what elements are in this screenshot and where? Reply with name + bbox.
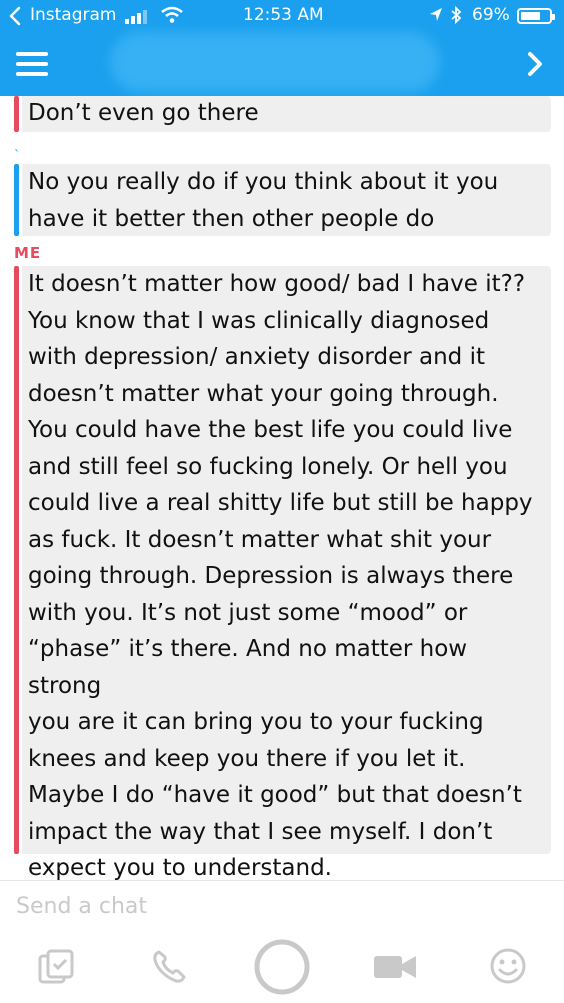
redacted-contact-name	[110, 32, 440, 92]
message-partner-2: No you really do if you think about it y…	[14, 164, 551, 236]
message-bar-red	[14, 266, 19, 854]
send-chat-input[interactable]: Send a chat	[16, 894, 147, 919]
message-bar-red	[14, 96, 19, 132]
clock: 12:53 AM	[243, 5, 324, 25]
wifi-icon	[160, 6, 184, 24]
message-text: It doesn’t matter how good/ bad I have i…	[28, 271, 533, 881]
chevron-right-icon[interactable]	[522, 50, 548, 78]
location-arrow-icon	[428, 5, 444, 30]
hamburger-menu-icon[interactable]	[16, 52, 48, 76]
tiny-marker: `	[14, 148, 20, 162]
message-text: No you really do if you think about it y…	[28, 169, 499, 232]
bluetooth-icon	[449, 5, 463, 30]
back-chevron-icon[interactable]	[8, 6, 22, 31]
back-app-label[interactable]: Instagram	[30, 5, 117, 25]
battery-icon	[517, 8, 555, 24]
phone-icon[interactable]	[150, 948, 188, 990]
chat-header	[0, 32, 564, 96]
status-bar: Instagram 12:53 AM 69%	[0, 0, 564, 32]
emoji-icon[interactable]	[488, 946, 528, 990]
composer-divider	[0, 880, 564, 881]
message-text: Don’t even go there	[28, 100, 259, 126]
video-camera-icon[interactable]	[372, 952, 418, 986]
message-me: It doesn’t matter how good/ bad I have i…	[14, 266, 551, 881]
memories-icon[interactable]	[36, 948, 76, 990]
sender-label-me: ME	[14, 244, 42, 262]
cellular-signal-icon	[125, 8, 155, 24]
message-bar-blue	[14, 164, 19, 236]
battery-percentage: 69%	[472, 5, 510, 25]
message-partner-1: Don’t even go there	[14, 96, 551, 132]
bottom-toolbar	[0, 930, 564, 1003]
capture-button-icon[interactable]	[253, 938, 311, 1000]
